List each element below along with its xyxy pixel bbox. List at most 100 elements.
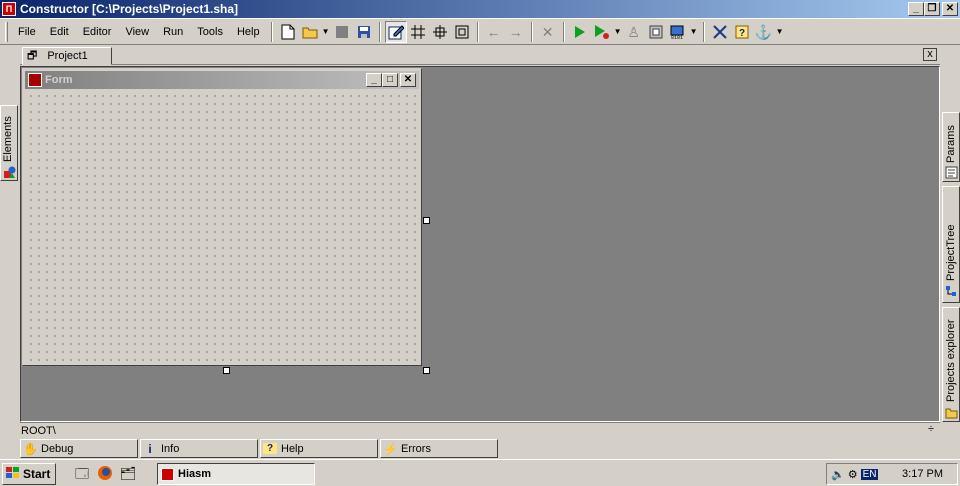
tab-errors[interactable]: ⚡ Errors <box>380 439 498 458</box>
new-file-icon[interactable] <box>277 21 299 43</box>
edit-mode-icon[interactable] <box>384 20 407 43</box>
close-tab-button[interactable]: x <box>923 48 937 61</box>
firefox-icon[interactable] <box>96 465 114 483</box>
menu-help[interactable]: Help <box>230 22 267 42</box>
stop-icon[interactable] <box>331 21 353 43</box>
menu-toolbar: File Edit Editor View Run Tools Help ▼ ←… <box>0 18 960 45</box>
tab-help[interactable]: ? Help <box>260 439 378 458</box>
show-desktop-icon[interactable]: 🗔 <box>73 465 91 483</box>
run-icon[interactable] <box>569 21 591 43</box>
export-icon[interactable]: 0101 <box>667 21 689 43</box>
params-side-tab[interactable]: Params <box>942 112 960 182</box>
bottom-tab-bar: ✋ Debug i Info ? Help ⚡ Errors <box>20 439 500 458</box>
shapes-icon <box>3 166 16 179</box>
elements-tab-label: Elements <box>2 116 14 162</box>
projecttree-side-tab[interactable]: ProjectTree <box>942 186 960 303</box>
open-folder-icon[interactable] <box>299 21 321 43</box>
plugin-icon[interactable]: ♙ <box>623 21 645 43</box>
export-dropdown-icon[interactable]: ▼ <box>689 21 699 43</box>
form-icon <box>28 73 42 87</box>
params-icon <box>945 166 958 179</box>
anchor-dropdown-icon[interactable]: ▼ <box>775 21 785 43</box>
tab-info[interactable]: i Info <box>140 439 258 458</box>
system-tray: 🔈 ⚙ EN 3:17 PM <box>826 463 958 485</box>
debug-run-icon[interactable] <box>591 21 613 43</box>
windows-logo-icon <box>6 466 20 482</box>
redo-icon[interactable]: → <box>505 21 527 43</box>
current-path: ROOT\ <box>21 424 56 437</box>
form-maximize-button[interactable]: □ <box>382 73 398 87</box>
maximize-button[interactable]: ❐ <box>924 2 940 16</box>
svg-text:?: ? <box>739 28 745 39</box>
svg-text:0101: 0101 <box>671 35 683 40</box>
menu-run[interactable]: Run <box>156 22 190 42</box>
menu-view[interactable]: View <box>118 22 156 42</box>
title-bar: Π Constructor [C:\Projects\Project1.sha]… <box>0 0 960 18</box>
projects-explorer-side-tab[interactable]: Projects explorer <box>942 307 960 422</box>
window-title: Constructor [C:\Projects\Project1.sha] <box>20 2 239 16</box>
language-indicator[interactable]: EN <box>860 468 879 480</box>
menu-file[interactable]: File <box>11 22 43 42</box>
save-icon[interactable] <box>353 21 375 43</box>
project-icon: 🗗 <box>27 49 38 62</box>
tab-info-label: Info <box>161 442 180 455</box>
menu-editor[interactable]: Editor <box>76 22 119 42</box>
taskbar: Start 🗔 🗂 Hiasm 🔈 ⚙ EN 3:17 PM <box>0 459 960 486</box>
hiasm-icon <box>161 467 174 481</box>
info-icon: i <box>148 441 152 456</box>
fit-icon[interactable] <box>451 21 473 43</box>
snap-icon[interactable] <box>429 21 451 43</box>
errors-icon: ⚡ <box>383 441 398 456</box>
tools-icon[interactable] <box>709 21 731 43</box>
form-minimize-button[interactable]: _ <box>366 73 382 87</box>
open-dropdown-icon[interactable]: ▼ <box>321 21 331 43</box>
document-tab-bar: 🗗 Project1 x <box>20 45 940 65</box>
tab-debug-label: Debug <box>41 442 74 455</box>
start-label: Start <box>23 467 51 481</box>
params-tab-label: Params <box>945 125 957 163</box>
elements-side-tab[interactable]: Elements <box>0 105 18 181</box>
help-icon: ? <box>263 443 277 454</box>
design-workspace[interactable]: Form _ □ ✕ <box>20 66 940 422</box>
anchor-icon[interactable]: ⚓ <box>753 21 775 43</box>
resize-handle-corner[interactable] <box>423 367 430 374</box>
compile-icon[interactable] <box>645 21 667 43</box>
clock[interactable]: 3:17 PM <box>902 468 943 480</box>
explorer-icon[interactable]: 🗂 <box>119 465 137 483</box>
taskbar-app-hiasm[interactable]: Hiasm <box>157 463 315 485</box>
form-window[interactable]: Form _ □ ✕ <box>22 68 422 366</box>
app-icon: Π <box>2 2 16 16</box>
close-button[interactable]: ✕ <box>942 2 958 16</box>
projects-explorer-tab-label: Projects explorer <box>945 319 957 402</box>
undo-icon[interactable]: ← <box>483 21 505 43</box>
tab-project1[interactable]: 🗗 Project1 <box>22 47 112 65</box>
folder-icon <box>945 406 958 419</box>
menu-edit[interactable]: Edit <box>43 22 76 42</box>
split-toggle-icon[interactable]: ÷ <box>923 423 939 439</box>
hand-icon: ✋ <box>23 441 38 456</box>
resize-handle-right[interactable] <box>423 217 430 224</box>
tree-icon <box>945 285 958 298</box>
path-status-bar: ROOT\ ÷ <box>20 422 940 438</box>
network-icon[interactable]: ⚙ <box>848 468 858 481</box>
tab-errors-label: Errors <box>401 442 431 455</box>
tab-debug[interactable]: ✋ Debug <box>20 439 138 458</box>
projecttree-tab-label: ProjectTree <box>945 224 957 281</box>
grid-icon[interactable] <box>407 21 429 43</box>
form-caption[interactable]: Form _ □ ✕ <box>25 71 419 89</box>
form-close-button[interactable]: ✕ <box>400 73 416 87</box>
delete-icon[interactable]: ✕ <box>537 21 559 43</box>
minimize-button[interactable]: _ <box>908 2 924 16</box>
help-icon[interactable]: ? <box>731 21 753 43</box>
form-design-grid[interactable] <box>25 90 419 364</box>
resize-handle-bottom[interactable] <box>223 367 230 374</box>
tab-project1-label: Project1 <box>47 50 88 62</box>
menu-tools[interactable]: Tools <box>190 22 230 42</box>
volume-icon[interactable]: 🔈 <box>831 468 845 481</box>
menu-grip[interactable] <box>5 21 8 42</box>
run-dropdown-icon[interactable]: ▼ <box>613 21 623 43</box>
tab-help-label: Help <box>281 442 304 455</box>
taskbar-app-label: Hiasm <box>178 468 212 480</box>
start-button[interactable]: Start <box>2 463 56 485</box>
form-title: Form <box>45 74 73 86</box>
